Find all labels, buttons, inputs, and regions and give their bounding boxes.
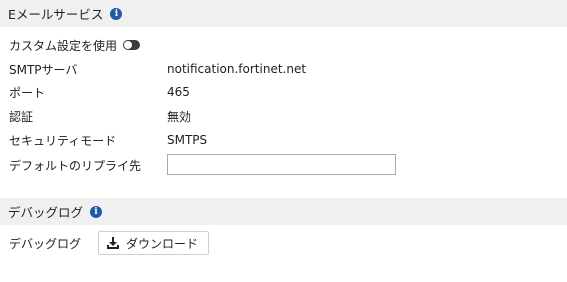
port-label: ポート bbox=[9, 85, 46, 100]
custom-settings-label: カスタム設定を使用 bbox=[9, 37, 141, 54]
custom-settings-row: カスタム設定を使用 bbox=[0, 34, 567, 56]
info-icon[interactable]: i bbox=[110, 7, 123, 20]
info-icon[interactable]: i bbox=[90, 205, 103, 218]
auth-row: 認証 無効 bbox=[0, 105, 567, 127]
port-row: ポート 465 bbox=[0, 81, 567, 103]
download-label: ダウンロード bbox=[126, 236, 199, 251]
default-reply-to-input[interactable] bbox=[167, 154, 396, 175]
custom-settings-toggle-icon[interactable] bbox=[123, 40, 141, 50]
default-reply-to-label: デフォルトのリプライ先 bbox=[9, 158, 142, 173]
debug-log-section-header: デバッグログ i bbox=[0, 198, 567, 225]
security-mode-label: セキュリティモード bbox=[9, 133, 117, 148]
smtp-server-row: SMTPサーバ notification.fortinet.net bbox=[0, 58, 567, 80]
email-service-section-header: Eメールサービス i bbox=[0, 0, 567, 27]
debug-log-label: デバッグログ bbox=[9, 236, 82, 251]
debug-log-row: デバッグログ ダウンロード bbox=[0, 231, 567, 255]
email-service-title: Eメールサービス bbox=[8, 7, 104, 22]
smtp-server-value: notification.fortinet.net bbox=[167, 62, 307, 76]
security-mode-row: セキュリティモード SMTPS bbox=[0, 129, 567, 151]
security-mode-value: SMTPS bbox=[167, 133, 208, 147]
port-value: 465 bbox=[167, 85, 190, 99]
auth-label: 認証 bbox=[9, 109, 34, 124]
download-button[interactable]: ダウンロード bbox=[98, 231, 209, 255]
auth-value: 無効 bbox=[167, 109, 192, 124]
download-icon bbox=[107, 237, 119, 249]
smtp-server-label: SMTPサーバ bbox=[9, 62, 78, 77]
default-reply-to-row: デフォルトのリプライ先 bbox=[0, 152, 567, 178]
debug-log-title: デバッグログ bbox=[8, 205, 84, 220]
